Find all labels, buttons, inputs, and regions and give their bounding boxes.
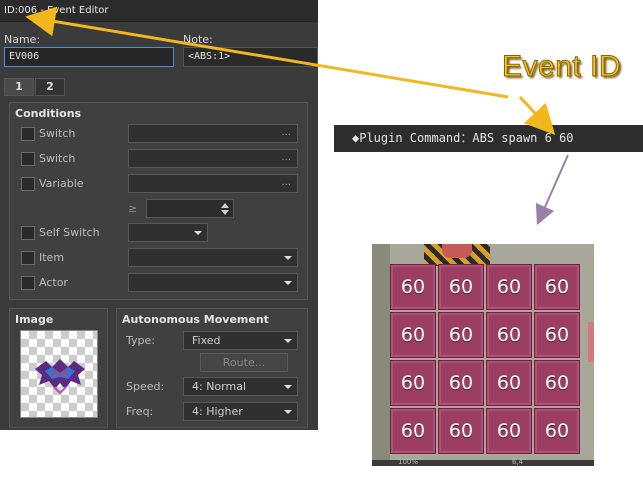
type-label: Type:	[126, 334, 155, 347]
arrow-to-plugin-command	[518, 95, 556, 136]
self-switch-label: Self Switch	[39, 226, 100, 239]
conditions-title: Conditions	[15, 107, 82, 120]
switch2-label: Switch	[39, 152, 76, 165]
speed-label: Speed:	[126, 380, 165, 393]
freq-dropdown[interactable]: 4: Higher	[183, 402, 298, 421]
map-zoom-readout: 100%	[398, 458, 419, 466]
note-label: Note:	[183, 33, 213, 46]
map-tile-60: 60	[438, 312, 484, 358]
switch2-selector[interactable]: ...	[128, 149, 298, 168]
chevron-down-icon	[284, 339, 292, 343]
speed-dropdown[interactable]: 4: Normal	[183, 377, 298, 396]
movement-panel: Autonomous Movement Type: Fixed Route...…	[116, 308, 308, 428]
variable-label: Variable	[39, 177, 84, 190]
image-title: Image	[15, 313, 54, 326]
map-stone-wall	[372, 244, 390, 460]
event-editor-window: ID:006 - Event Editor Name: EV006 Note: …	[0, 0, 318, 430]
chevron-down-icon	[284, 410, 292, 414]
item-dropdown[interactable]	[128, 248, 298, 267]
map-edge-object	[588, 322, 594, 362]
map-tile-60: 60	[534, 408, 580, 454]
freq-value: 4: Higher	[192, 405, 243, 418]
map-tile-60: 60	[390, 408, 436, 454]
switch1-selector[interactable]: ...	[128, 124, 298, 143]
chevron-down-icon	[284, 385, 292, 389]
self-switch-checkbox[interactable]	[21, 226, 35, 240]
movement-title: Autonomous Movement	[122, 313, 269, 326]
name-field[interactable]: EV006	[4, 47, 174, 67]
variable-checkbox[interactable]	[21, 177, 35, 191]
switch2-checkbox[interactable]	[21, 152, 35, 166]
variable-selector[interactable]: ...	[128, 174, 298, 193]
note-field[interactable]: <ABS:1>	[183, 47, 318, 67]
map-footer-bar: 100% 6,4	[372, 458, 594, 466]
movement-type-value: Fixed	[192, 334, 221, 347]
event-id-callout: Event ID	[501, 50, 622, 84]
window-title: ID:006 - Event Editor	[0, 0, 318, 22]
map-tile-60: 60	[438, 408, 484, 454]
switch1-label: Switch	[39, 127, 76, 140]
tab-page-2[interactable]: 2	[35, 78, 65, 96]
variable-value-spinner[interactable]	[146, 199, 234, 218]
item-checkbox[interactable]	[21, 251, 35, 265]
conditions-panel: Conditions Switch ... Switch ... Variabl…	[9, 102, 308, 300]
event-image-preview[interactable]	[20, 330, 98, 418]
speed-value: 4: Normal	[192, 380, 247, 393]
movement-type-dropdown[interactable]: Fixed	[183, 331, 298, 350]
name-label: Name:	[4, 33, 41, 46]
actor-label: Actor	[39, 276, 68, 289]
map-tile-60: 60	[390, 360, 436, 406]
map-tile-60: 60	[390, 312, 436, 358]
map-tile-60: 60	[534, 312, 580, 358]
map-tile-60: 60	[486, 408, 532, 454]
freq-label: Freq:	[126, 405, 154, 418]
plugin-command-line: ◆Plugin Command：ABS spawn 6 60	[334, 125, 643, 152]
map-tile-60: 60	[438, 360, 484, 406]
map-tile-60: 60	[534, 264, 580, 310]
actor-checkbox[interactable]	[21, 276, 35, 290]
item-label: Item	[39, 251, 65, 264]
map-coordinate-readout: 6,4	[512, 458, 524, 466]
chevron-down-icon	[284, 281, 292, 285]
map-tile-60: 60	[486, 264, 532, 310]
tab-page-1[interactable]: 1	[4, 78, 34, 96]
spawn-pad	[442, 244, 472, 258]
game-map-preview: 60 60 60 60 60 60 60 60 60 60 60 60 60 60 60 60 100% 6,…	[372, 244, 594, 466]
chevron-down-icon	[284, 256, 292, 260]
map-tile-60: 60	[390, 264, 436, 310]
route-button[interactable]: Route...	[200, 353, 288, 372]
actor-dropdown[interactable]	[128, 273, 298, 292]
switch1-checkbox[interactable]	[21, 127, 35, 141]
self-switch-dropdown[interactable]	[128, 223, 208, 242]
chevron-down-icon	[194, 231, 202, 235]
monster-sprite-icon	[35, 359, 85, 395]
spinner-arrows-icon[interactable]	[220, 202, 230, 216]
map-tile-60: 60	[534, 360, 580, 406]
map-tile-60: 60	[438, 264, 484, 310]
map-tile-60: 60	[486, 360, 532, 406]
map-tile-60: 60	[486, 312, 532, 358]
arrow-to-map	[535, 154, 569, 226]
comparator-symbol: ≥	[128, 202, 138, 215]
